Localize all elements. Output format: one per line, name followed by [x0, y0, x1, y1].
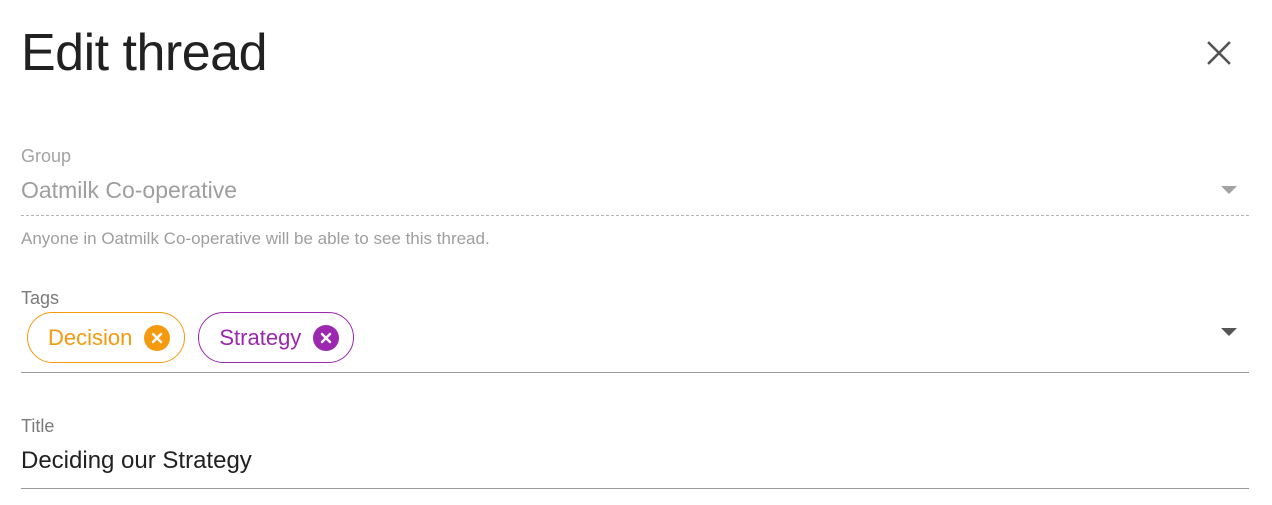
title-underline: [21, 488, 1249, 489]
tag-chip-label: Decision: [48, 324, 133, 350]
remove-tag-button[interactable]: [313, 324, 340, 351]
remove-tag-button[interactable]: [144, 324, 171, 351]
title-label: Title: [21, 416, 55, 436]
tags-chip-list: Decision Strategy: [27, 312, 355, 363]
close-icon: [1207, 41, 1231, 65]
tags-underline: [21, 372, 1249, 373]
title-input[interactable]: Deciding our Strategy: [21, 446, 252, 476]
cancel-circle-icon: [321, 332, 332, 343]
close-button[interactable]: [1199, 33, 1239, 73]
cancel-circle-icon: [152, 332, 163, 343]
tag-chip-label: Strategy: [219, 324, 302, 350]
group-value: Oatmilk Co-operative: [21, 177, 238, 203]
dialog-title: Edit thread: [21, 24, 268, 82]
title-field[interactable]: Title Deciding our Strategy: [21, 416, 1249, 489]
group-hint: Anyone in Oatmilk Co-operative will be a…: [21, 229, 490, 248]
chevron-down-icon[interactable]: [1221, 328, 1237, 336]
tag-chip-decision[interactable]: Decision: [27, 312, 186, 363]
chevron-down-icon: [1221, 186, 1237, 194]
tag-chip-strategy[interactable]: Strategy: [198, 312, 355, 363]
group-select[interactable]: Group Oatmilk Co-operative Anyone in Oat…: [21, 146, 1249, 248]
tags-label: Tags: [21, 288, 60, 308]
group-label: Group: [21, 146, 72, 166]
tags-select[interactable]: Tags Decision Strategy: [21, 288, 1249, 373]
group-underline: [21, 215, 1249, 216]
